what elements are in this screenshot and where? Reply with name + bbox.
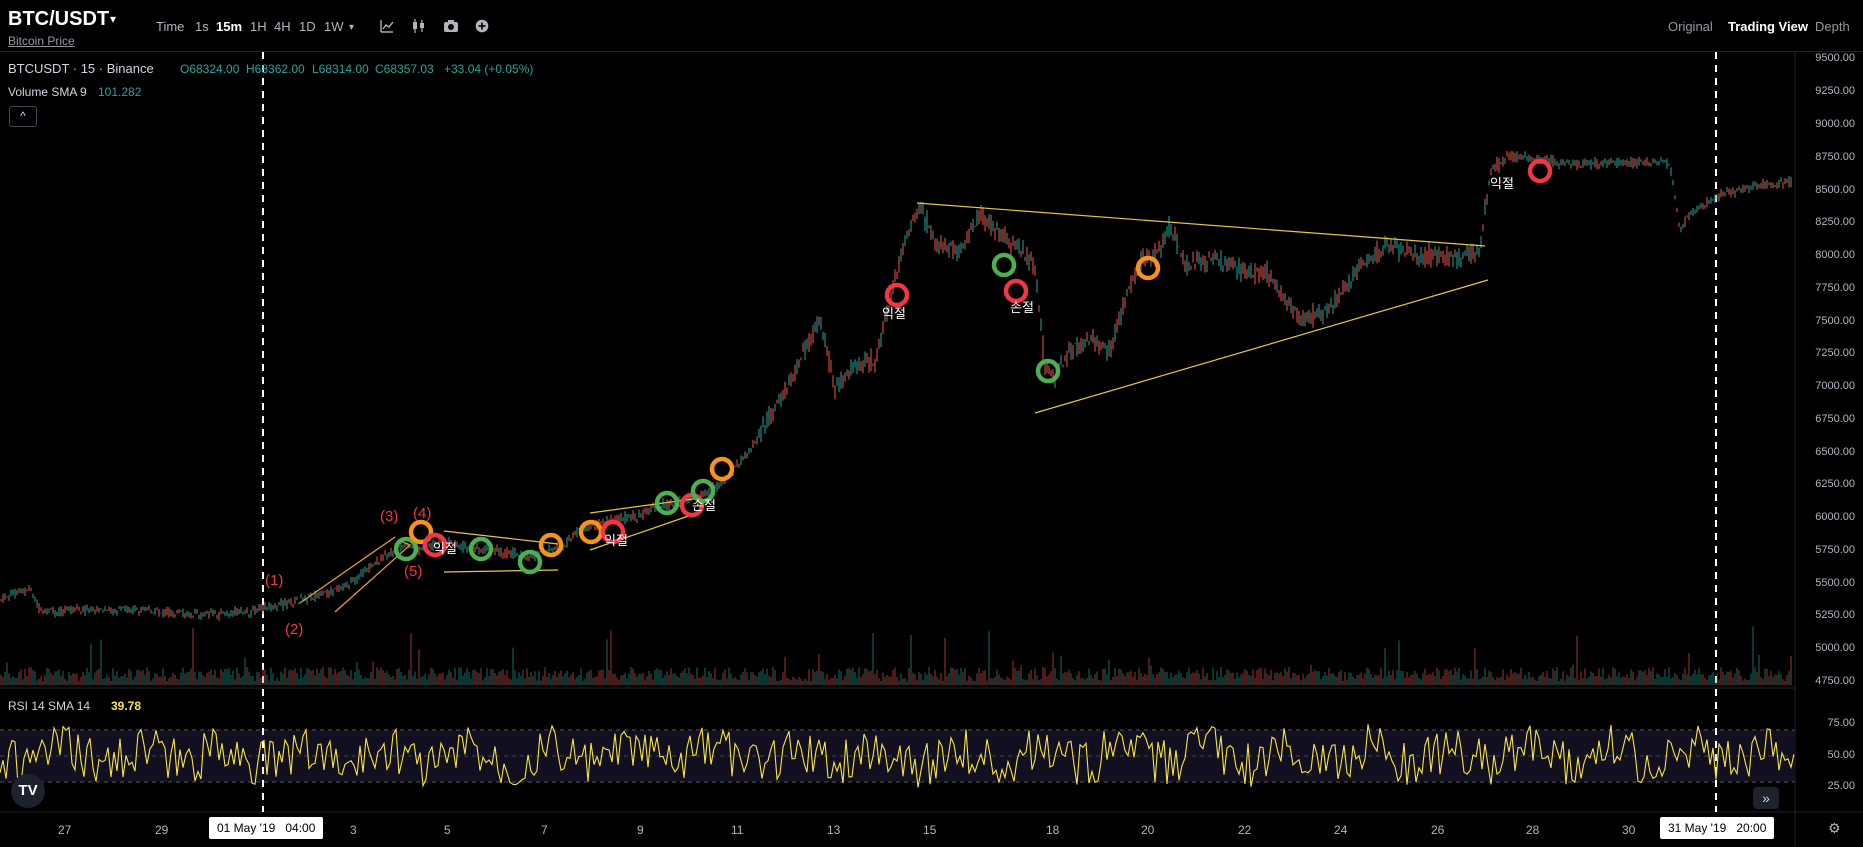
signal-marker-green xyxy=(517,549,543,575)
wave-label: (2) xyxy=(285,621,303,638)
time-tick: 13 xyxy=(827,823,841,837)
price-tick: 4750.00 xyxy=(1815,675,1855,687)
time-tick: 15 xyxy=(923,823,937,837)
wave-label: (1) xyxy=(265,572,283,589)
price-tick: 8500.00 xyxy=(1815,184,1855,196)
rsi-tick: 50.00 xyxy=(1827,749,1855,761)
price-tick: 8000.00 xyxy=(1815,249,1855,261)
price-tick: 8750.00 xyxy=(1815,151,1855,163)
annotation-label: 익절 xyxy=(604,534,628,549)
time-tick: 11 xyxy=(731,823,744,837)
trend-line xyxy=(443,569,559,573)
time-tick: 28 xyxy=(1526,823,1540,837)
wave-label: (4) xyxy=(413,505,431,522)
price-tick: 9500.00 xyxy=(1815,52,1855,64)
time-tick: 27 xyxy=(58,823,72,837)
legend-high: H68362.00 xyxy=(246,62,305,76)
time-tick: 5 xyxy=(444,823,451,837)
price-tick: 9000.00 xyxy=(1815,118,1855,130)
rsi-value: 39.78 xyxy=(111,699,142,713)
price-tick: 5500.00 xyxy=(1815,577,1855,589)
legend-symbol: BTCUSDT · 15 · Binance xyxy=(8,61,154,76)
time-tick: 20 xyxy=(1141,823,1155,837)
time-tick: 18 xyxy=(1046,823,1060,837)
signal-marker-red xyxy=(884,282,910,308)
legend-volume-value: 101.282 xyxy=(98,85,142,99)
crosshair-right-time: 31 May '19 20:00 xyxy=(1660,817,1775,839)
price-tick: 6500.00 xyxy=(1815,446,1855,458)
legend-change: +33.04 (+0.05%) xyxy=(444,62,534,76)
annotation-label: 익절 xyxy=(433,542,457,557)
crosshair-left-clock: 04:00 xyxy=(285,821,316,835)
crosshair-left-date: 01 May '19 xyxy=(217,821,276,835)
crosshair-right-clock: 20:00 xyxy=(1736,821,1767,835)
time-tick: 24 xyxy=(1334,823,1348,837)
signal-marker-orange xyxy=(538,532,564,558)
time-tick: 3 xyxy=(350,823,357,837)
price-chart[interactable]: (1)(2)(3) (4)(5)익절익절손절익절 손절익절 xyxy=(0,0,1863,847)
price-tick: 6000.00 xyxy=(1815,511,1855,523)
annotation-label: 손절 xyxy=(1010,301,1034,316)
time-tick: 9 xyxy=(637,823,644,837)
price-tick: 5000.00 xyxy=(1815,642,1855,654)
annotation-label: 익절 xyxy=(882,307,906,322)
price-tick: 9250.00 xyxy=(1815,85,1855,97)
price-tick: 7000.00 xyxy=(1815,380,1855,392)
signal-marker-orange xyxy=(709,456,735,482)
legend-close: C68357.03 xyxy=(375,62,434,76)
collapse-legend-button[interactable]: ^ xyxy=(9,106,37,127)
signal-marker-green xyxy=(991,252,1017,278)
crosshair-left-time: 01 May '19 04:00 xyxy=(209,817,324,839)
time-tick: 29 xyxy=(155,823,169,837)
price-tick: 5750.00 xyxy=(1815,544,1855,556)
price-tick: 6750.00 xyxy=(1815,413,1855,425)
tradingview-logo[interactable]: TV xyxy=(11,774,45,808)
trend-line xyxy=(916,202,1486,247)
price-tick: 8250.00 xyxy=(1815,216,1855,228)
rsi-tick: 75.00 xyxy=(1827,717,1855,729)
signal-marker-red xyxy=(1527,158,1553,184)
legend-low: L68314.00 xyxy=(312,62,369,76)
wave-label: (5) xyxy=(404,563,422,580)
annotation-label: 손절 xyxy=(692,499,716,514)
scroll-to-realtime-button[interactable]: » xyxy=(1753,787,1779,809)
signal-marker-red xyxy=(1003,278,1029,304)
settings-icon[interactable]: ⚙ xyxy=(1828,820,1841,837)
wave-line xyxy=(299,536,396,604)
legend-open: O68324.00 xyxy=(180,62,240,76)
legend-volume-label: Volume SMA 9 xyxy=(8,85,87,99)
price-tick: 7250.00 xyxy=(1815,347,1855,359)
time-tick: 22 xyxy=(1238,823,1252,837)
rsi-label: RSI 14 SMA 14 xyxy=(8,699,91,713)
price-tick: 5250.00 xyxy=(1815,609,1855,621)
time-tick: 7 xyxy=(541,823,548,837)
crosshair-right-date: 31 May '19 xyxy=(1668,821,1727,835)
wave-label: (3) xyxy=(380,508,398,525)
annotation-label: 익절 xyxy=(1490,177,1514,192)
time-tick: 30 xyxy=(1622,823,1636,837)
time-tick: 26 xyxy=(1431,823,1445,837)
price-tick: 7500.00 xyxy=(1815,315,1855,327)
price-tick: 6250.00 xyxy=(1815,478,1855,490)
rsi-tick: 25.00 xyxy=(1827,780,1855,792)
price-tick: 7750.00 xyxy=(1815,282,1855,294)
signal-marker-green xyxy=(1035,358,1061,384)
